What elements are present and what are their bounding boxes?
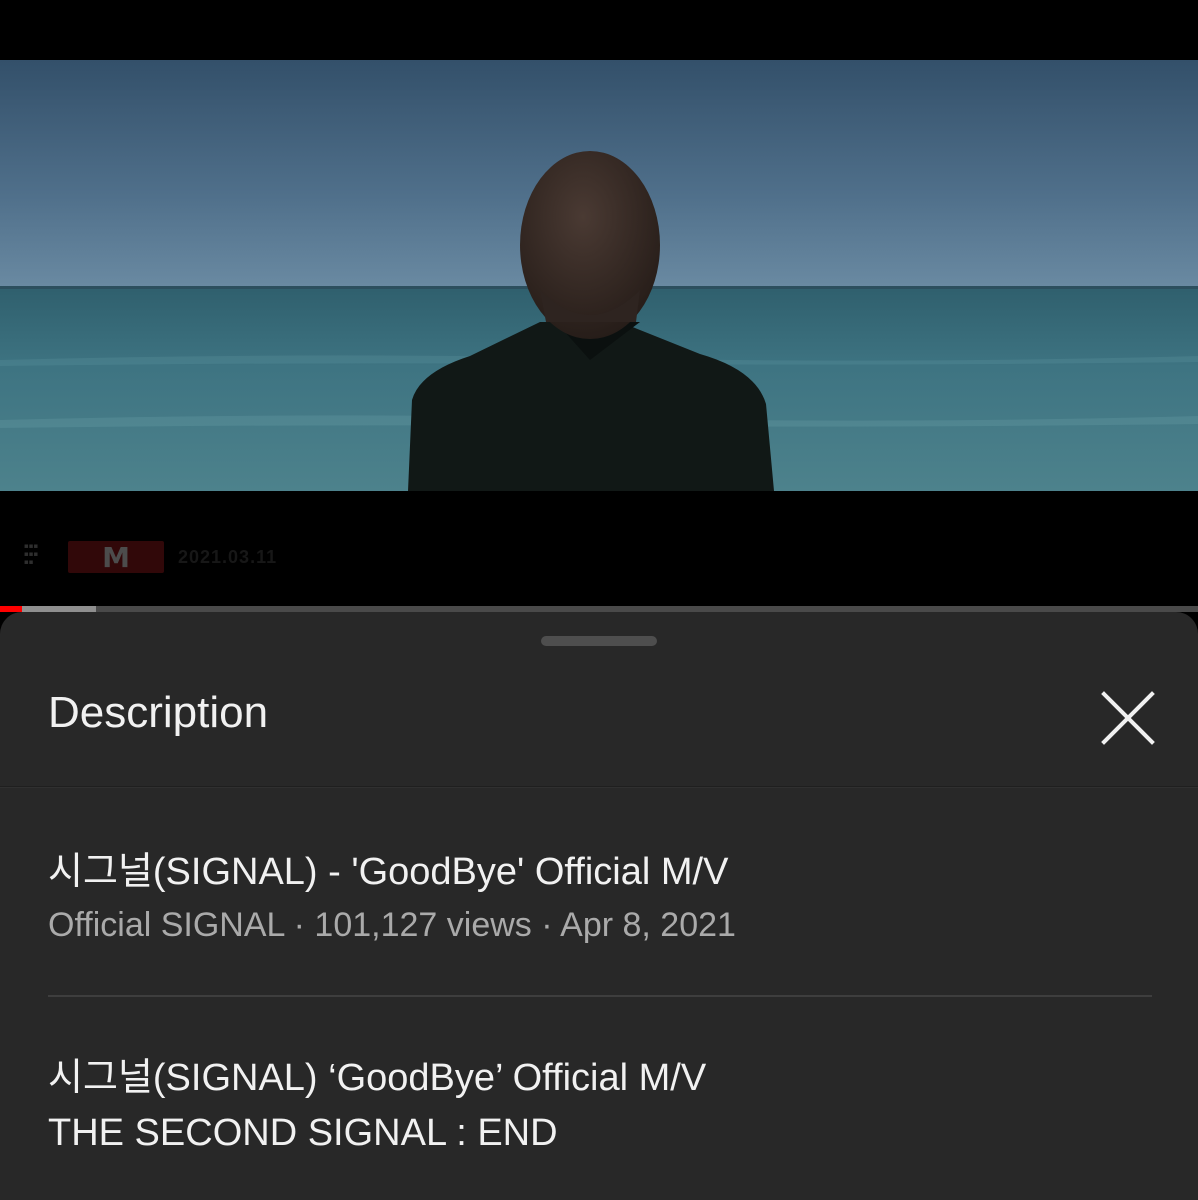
view-count: 101,127 views [314, 906, 532, 944]
meta-separator: · [531, 906, 561, 944]
video-still-image [0, 60, 1198, 491]
watermark-logo-icon: ▪▪▪ ▪▪▪ ▪▪ [24, 542, 39, 566]
video-meta: Official SIGNAL · 101,127 views · Apr 8,… [48, 906, 736, 945]
video-player[interactable]: ▪▪▪ ▪▪▪ ▪▪ M 2021.03.11 [0, 0, 1198, 612]
video-frame[interactable] [0, 60, 1198, 491]
close-icon [1101, 691, 1155, 745]
channel-name[interactable]: Official SIGNAL [48, 906, 284, 944]
upload-date: Apr 8, 2021 [560, 906, 736, 944]
meta-separator: · [284, 906, 315, 944]
channel-watermark: ▪▪▪ ▪▪▪ ▪▪ M 2021.03.11 [24, 540, 277, 574]
divider [48, 995, 1152, 997]
progress-played [0, 606, 22, 612]
close-button[interactable] [1096, 686, 1160, 750]
description-line: 시그널(SIGNAL) ‘GoodBye’ Official M/V [48, 1057, 707, 1099]
drag-handle[interactable] [541, 636, 657, 646]
video-title: 시그널(SIGNAL) - 'GoodBye' Official M/V [48, 851, 729, 893]
description-line: THE SECOND SIGNAL : END [48, 1112, 558, 1154]
description-sheet: Description 시그널(SIGNAL) - 'GoodBye' Offi… [0, 612, 1198, 1200]
watermark-brand-logo: M [68, 541, 164, 574]
sheet-header: Description [0, 660, 1198, 787]
watermark-date: 2021.03.11 [178, 546, 278, 567]
sheet-title: Description [48, 688, 269, 737]
